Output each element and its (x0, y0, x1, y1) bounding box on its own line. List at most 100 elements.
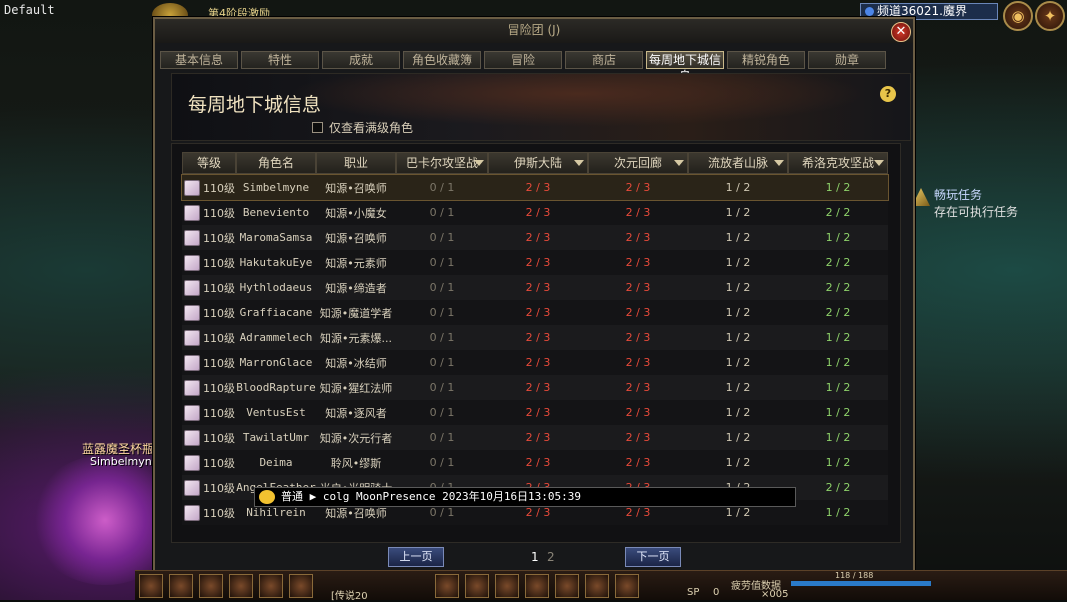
skill-slot-icon[interactable] (615, 574, 639, 598)
tab-basic-info[interactable]: 基本信息 (160, 51, 238, 69)
cell-level: 110级 (182, 229, 236, 246)
cell-name: Deima (259, 456, 293, 469)
skill-slot-icon[interactable] (169, 574, 193, 598)
header-job[interactable]: 职业 (316, 152, 396, 174)
cell-siroco-raid: 1 / 2 (825, 356, 851, 369)
cell-dimension-corridor: 2 / 3 (625, 431, 651, 444)
table-row[interactable]: 110级 Simbelmyne 知源•召唤师 0 / 1 2 / 3 2 / 3 1 / 2… (181, 174, 889, 201)
skill-slot-icon[interactable] (139, 574, 163, 598)
level-text: 110级 (203, 181, 235, 195)
header-isys[interactable]: 伊斯大陆 (488, 152, 588, 174)
tab-elite-characters[interactable]: 精锐角色 (727, 51, 805, 69)
level-text: 110级 (203, 231, 235, 245)
cell-job: 知源•缔造者 (325, 281, 387, 295)
skill-slot-icon[interactable] (555, 574, 579, 598)
table-row[interactable]: 110级 HakutakuEye 知源•元素师 0 / 1 2 / 3 2 / 3 1 / … (182, 250, 888, 275)
cell-siroco-raid: 1 / 2 (825, 181, 851, 194)
cell-dimension-corridor: 2 / 3 (625, 306, 651, 319)
tab-weekly-dungeon[interactable]: 每周地下城信息 (646, 51, 724, 83)
tab-shop[interactable]: 商店 (565, 51, 643, 69)
prev-page-button[interactable]: 上一页 (388, 547, 444, 567)
skill-slot-icon[interactable] (435, 574, 459, 598)
table-row[interactable]: 110级 MaromaSamsa 知源•召唤师 0 / 1 2 / 3 2 / 3 1 / … (182, 225, 888, 250)
tab-achievements[interactable]: 成就 (322, 51, 400, 69)
close-icon[interactable]: ✕ (891, 22, 911, 42)
skill-slot-icon[interactable] (495, 574, 519, 598)
cell-siroco-raid: 1 / 2 (825, 406, 851, 419)
table-row[interactable]: 110级 Beneviento 知源•小魔女 0 / 1 2 / 3 2 / 3 1 / 2… (182, 200, 888, 225)
sort-dropdown-icon[interactable] (474, 160, 484, 166)
sort-dropdown-icon[interactable] (674, 160, 684, 166)
header-siroco-raid[interactable]: 希洛克攻坚战 (788, 152, 888, 174)
chat-line[interactable]: 普通 ▶ colg MoonPresence 2023年10月16日13:05:… (254, 487, 796, 507)
cell-level: 110级 (182, 204, 236, 221)
cell-siroco-raid: 2 / 2 (825, 306, 851, 319)
character-avatar-icon (184, 379, 200, 396)
system-round-icon[interactable]: ✦ (1035, 1, 1065, 31)
next-page-button[interactable]: 下一页 (625, 547, 681, 567)
header-dimension-corridor[interactable]: 次元回廊 (588, 152, 688, 174)
page-1[interactable]: 1 (531, 550, 539, 564)
max-level-checkbox[interactable] (312, 122, 323, 133)
level-text: 110级 (203, 306, 235, 320)
cell-job: 知源•元素爆... (320, 331, 392, 345)
sp-value: 0 (713, 587, 720, 598)
sort-dropdown-icon[interactable] (874, 160, 884, 166)
page-2[interactable]: 2 (547, 550, 555, 564)
skill-slot-icon[interactable] (289, 574, 313, 598)
table-row[interactable]: 110级 BloodRapture 知源•猩红法师 0 / 1 2 / 3 2 / 3 1 … (182, 375, 888, 400)
header-bakal-raid[interactable]: 巴卡尔攻坚战 (396, 152, 488, 174)
cell-bakal-raid: 0 / 1 (429, 381, 455, 394)
table-row[interactable]: 110级 Deima 聆风•缪斯 0 / 1 2 / 3 2 / 3 1 / 2 1 / 2 (182, 450, 888, 475)
cell-dimension-corridor: 2 / 3 (625, 381, 651, 394)
cell-bakal-raid: 0 / 1 (429, 506, 455, 519)
cell-isys: 2 / 3 (525, 306, 551, 319)
skill-slot-icon[interactable] (229, 574, 253, 598)
cell-dimension-corridor: 2 / 3 (625, 331, 651, 344)
skill-slot-icon[interactable] (465, 574, 489, 598)
sort-dropdown-icon[interactable] (774, 160, 784, 166)
cell-name: BloodRapture (236, 381, 316, 394)
table-row[interactable]: 110级 VentusEst 知源•逐风者 0 / 1 2 / 3 2 / 3 1 / 2 1… (182, 400, 888, 425)
level-text: 110级 (203, 256, 235, 270)
cell-name: Simbelmyne (242, 181, 310, 194)
max-level-filter[interactable]: 仅查看满级角色 (312, 119, 413, 136)
cell-siroco-raid: 2 / 2 (825, 281, 851, 294)
cell-name: Graffiacane (239, 306, 313, 319)
cell-exile-mountains: 1 / 2 (725, 456, 751, 469)
tab-traits[interactable]: 特性 (241, 51, 319, 69)
table-row[interactable]: 110级 MarronGlace 知源•冰结师 0 / 1 2 / 3 2 / 3 1 / … (182, 350, 888, 375)
table-row[interactable]: 110级 TawilatUmr 知源•次元行者 0 / 1 2 / 3 2 / 3 1 / … (182, 425, 888, 450)
header-name[interactable]: 角色名 (236, 152, 316, 174)
tab-adventure[interactable]: 冒险 (484, 51, 562, 69)
channel-icon (865, 7, 874, 16)
cell-exile-mountains: 1 / 2 (725, 506, 751, 519)
sort-dropdown-icon[interactable] (574, 160, 584, 166)
cell-exile-mountains: 1 / 2 (725, 381, 751, 394)
cell-bakal-raid: 0 / 1 (429, 181, 455, 194)
header-exile-mountains[interactable]: 流放者山脉 (688, 152, 788, 174)
quest-notification[interactable]: 畅玩任务 存在可执行任务 (912, 186, 1018, 220)
sp-label: SP (687, 587, 700, 598)
quest-title: 畅玩任务 (934, 188, 983, 202)
skill-slot-icon[interactable] (199, 574, 223, 598)
header-level[interactable]: 等级 (182, 152, 236, 174)
menu-round-icon[interactable]: ◉ (1003, 1, 1033, 31)
skill-slot-icon[interactable] (525, 574, 549, 598)
help-icon[interactable]: ? (880, 86, 896, 102)
tab-bar: 基本信息 特性 成就 角色收藏簿 冒险 商店 每周地下城信息 精锐角色 勋章 (160, 51, 886, 83)
cell-siroco-raid: 2 / 2 (825, 481, 851, 494)
cell-exile-mountains: 1 / 2 (725, 356, 751, 369)
cell-dimension-corridor: 2 / 3 (625, 281, 651, 294)
tab-character-collection[interactable]: 角色收藏簿 (403, 51, 481, 69)
table-row[interactable]: 110级 Hythlodaeus 知源•缔造者 0 / 1 2 / 3 2 / 3 1 / … (182, 275, 888, 300)
table-row[interactable]: 110级 Adrammelech 知源•元素爆... 0 / 1 2 / 3 2 / 3 1… (182, 325, 888, 350)
level-text: 110级 (203, 506, 235, 520)
cell-siroco-raid: 1 / 2 (825, 231, 851, 244)
skill-slot-icon[interactable] (259, 574, 283, 598)
skill-slot-icon[interactable] (585, 574, 609, 598)
level-text: 110级 (203, 281, 235, 295)
tab-medals[interactable]: 勋章 (808, 51, 886, 69)
cell-siroco-raid: 1 / 2 (825, 381, 851, 394)
table-row[interactable]: 110级 Graffiacane 知源•魔道学者 0 / 1 2 / 3 2 / 3 1 /… (182, 300, 888, 325)
